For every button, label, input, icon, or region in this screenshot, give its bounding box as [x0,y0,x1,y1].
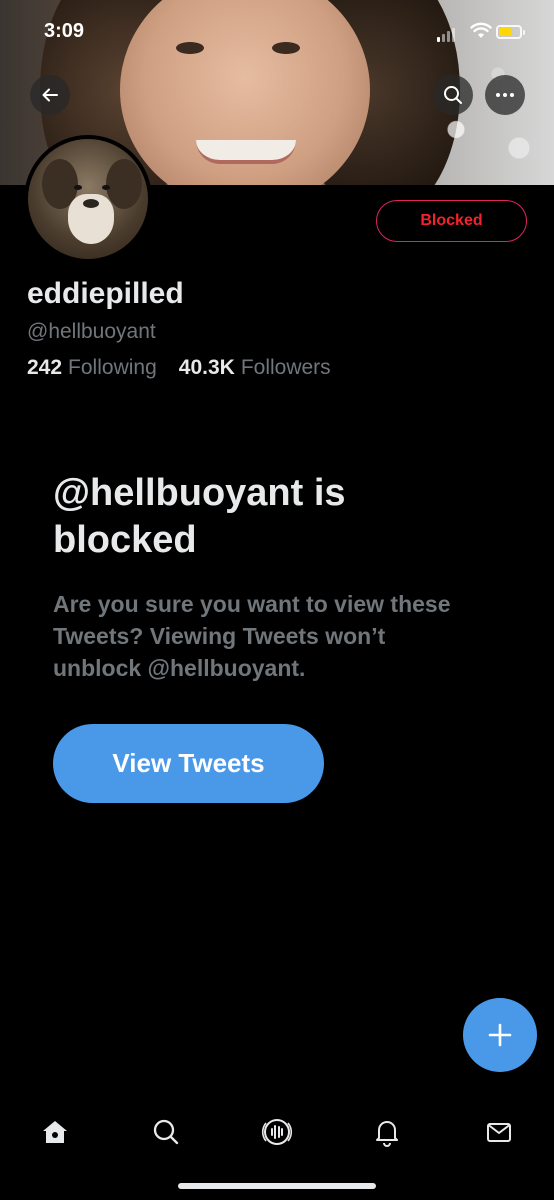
avatar-photo-part [83,199,99,208]
tab-notifications[interactable] [359,1104,415,1160]
status-bar: 3:09 [0,0,554,60]
home-indicator[interactable] [178,1183,376,1189]
bell-icon [376,1121,398,1147]
avatar-photo-part [102,185,110,190]
spaces-icon [261,1119,293,1145]
display-name: eddiepilled [27,277,184,310]
cellular-signal-icon [437,28,455,42]
more-icon [496,93,514,97]
compose-tweet-button[interactable] [463,998,537,1072]
followers-label[interactable]: Followers [241,356,331,380]
following-count[interactable]: 242 [27,356,62,380]
plus-icon [488,1023,512,1047]
tab-messages[interactable] [471,1104,527,1160]
tab-search[interactable] [138,1104,194,1160]
home-icon [43,1121,67,1143]
avatar-photo-part [106,159,142,209]
blocked-notice-title: @hellbuoyant is blocked [53,472,346,561]
tab-home[interactable] [27,1104,83,1160]
blocked-button[interactable]: Blocked [376,200,527,242]
battery-icon [496,25,525,39]
avatar[interactable] [24,135,152,263]
avatar-photo-part [74,185,82,190]
back-button[interactable] [30,75,70,115]
banner-photo-part [196,140,296,164]
arrow-left-icon [42,88,58,102]
view-tweets-button[interactable]: View Tweets [53,724,324,803]
user-handle: @hellbuoyant [27,320,156,343]
wifi-icon [470,22,492,38]
followers-count[interactable]: 40.3K [179,356,235,380]
following-label[interactable]: Following [68,356,157,380]
status-time: 3:09 [44,20,85,42]
search-icon [153,1119,179,1145]
search-button[interactable] [433,75,473,115]
tab-spaces[interactable] [249,1104,305,1160]
mail-icon [487,1123,511,1142]
search-icon [444,86,462,104]
more-button[interactable] [485,75,525,115]
follow-stats: 242 Following 40.3K Followers [27,356,331,380]
blocked-notice-description: Are you sure you want to view these Twee… [53,591,451,681]
